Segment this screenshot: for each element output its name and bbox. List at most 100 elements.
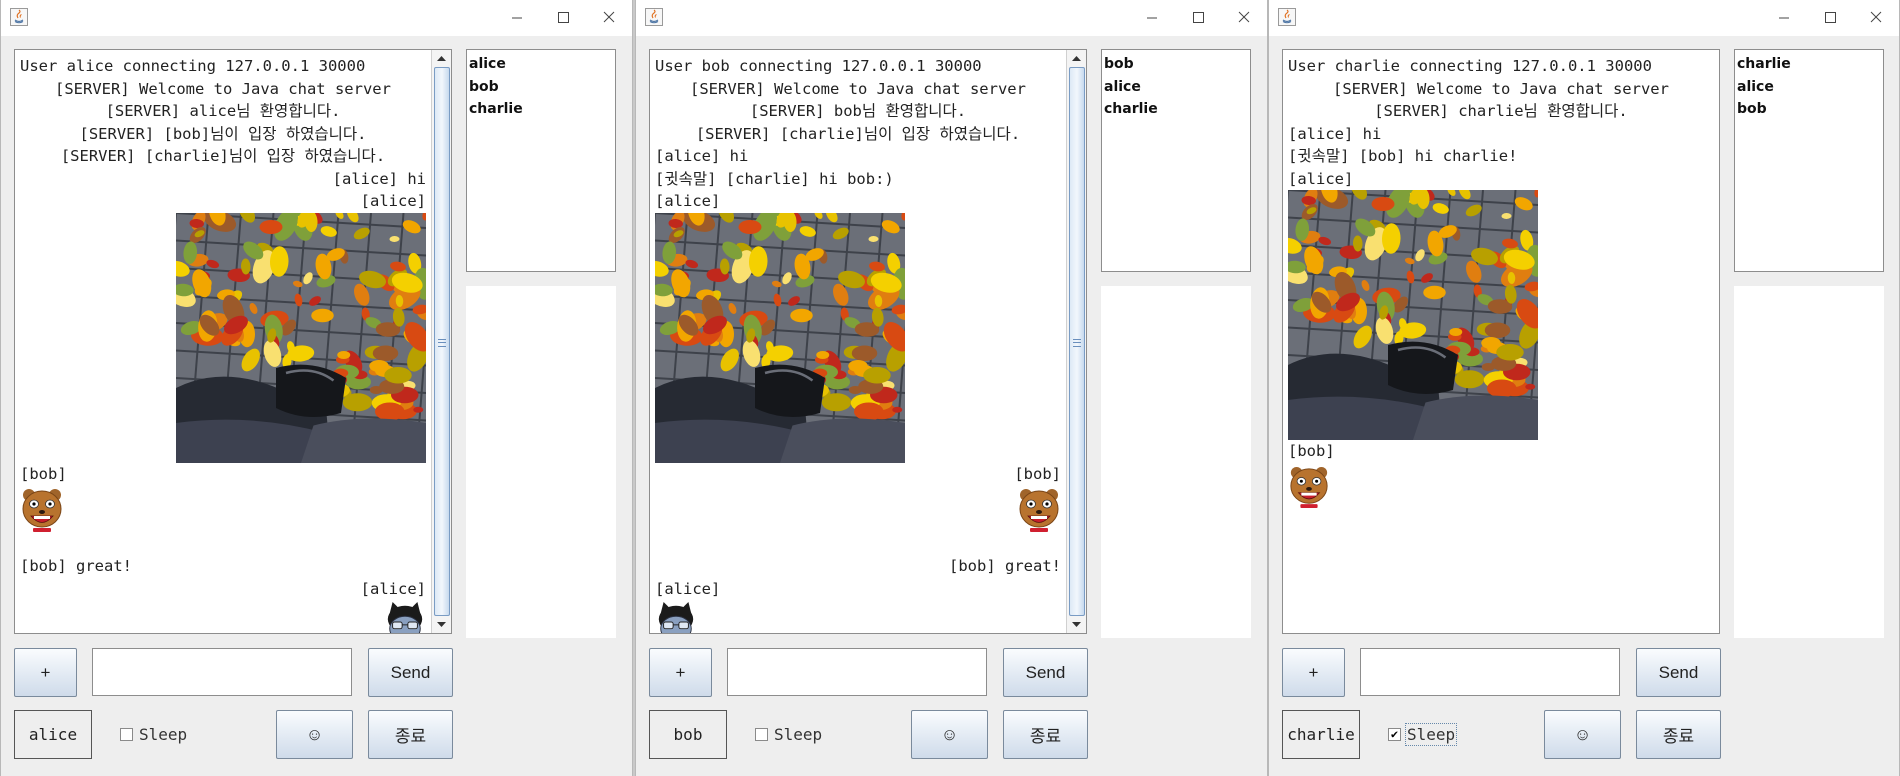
chat-line: [귓속말] [bob] hi charlie! bbox=[1288, 147, 1518, 165]
scroll-thumb[interactable] bbox=[434, 67, 450, 616]
cat-emoticon bbox=[387, 601, 423, 633]
scroll-up-arrow-icon[interactable] bbox=[432, 50, 451, 67]
chat-line: [alice] hi bbox=[655, 147, 749, 165]
exit-button[interactable]: 종료 bbox=[1003, 710, 1088, 759]
emoticon-button[interactable]: ☺ bbox=[1544, 710, 1621, 759]
user-list-item[interactable]: alice bbox=[469, 53, 613, 76]
chat-line: [bob] bbox=[20, 464, 67, 483]
minimize-button[interactable] bbox=[1129, 0, 1175, 36]
sleep-checkbox[interactable]: Sleep bbox=[755, 724, 822, 744]
message-input[interactable] bbox=[1360, 648, 1620, 696]
chat-line: [bob] bbox=[1014, 464, 1061, 483]
sleep-label: Sleep bbox=[139, 724, 188, 744]
chat-line: [SERVER] [charlie]님이 입장 하였습니다. bbox=[695, 124, 1021, 143]
chat-line: User charlie connecting 127.0.0.1 30000 bbox=[1288, 57, 1652, 75]
scroll-thumb[interactable] bbox=[1069, 67, 1085, 616]
user-list[interactable]: alice bob charlie bbox=[466, 49, 616, 272]
exit-button[interactable]: 종료 bbox=[1636, 710, 1721, 759]
user-list-item[interactable]: bob bbox=[469, 76, 613, 99]
checkbox-icon[interactable] bbox=[755, 727, 768, 741]
chat-line: [SERVER] alice님 환영합니다. bbox=[105, 102, 341, 120]
title-bar[interactable] bbox=[1269, 0, 1899, 36]
close-button[interactable] bbox=[586, 0, 632, 36]
user-list-item[interactable]: alice bbox=[1737, 76, 1881, 99]
chat-line: [alice] bbox=[655, 579, 721, 598]
java-app-icon bbox=[1278, 8, 1296, 26]
sleep-checkbox[interactable]: Sleep bbox=[120, 724, 187, 744]
bear-emoticon bbox=[1290, 466, 1328, 508]
maximize-button[interactable] bbox=[1175, 0, 1221, 36]
user-list-item[interactable]: alice bbox=[1104, 76, 1248, 99]
bear-emoticon bbox=[22, 489, 62, 532]
chat-image bbox=[650, 212, 1066, 463]
chat-line: [SERVER] [bob]님이 입장 하였습니다. bbox=[79, 124, 367, 143]
emoticon-button[interactable]: ☺ bbox=[911, 710, 988, 759]
scroll-down-arrow-icon[interactable] bbox=[1067, 616, 1086, 633]
emoticon-button[interactable]: ☺ bbox=[276, 710, 353, 759]
checkbox-icon[interactable]: ✔ bbox=[1388, 727, 1401, 741]
username-label: charlie bbox=[1282, 710, 1360, 759]
add-file-button[interactable]: + bbox=[1282, 648, 1345, 697]
chat-scrollbar[interactable] bbox=[1066, 50, 1086, 633]
cat-emoticon bbox=[658, 601, 694, 633]
send-button[interactable]: Send bbox=[368, 648, 453, 697]
user-list-item[interactable]: charlie bbox=[469, 98, 613, 121]
chat-emoticon bbox=[650, 485, 1066, 535]
chat-log[interactable]: User bob connecting 127.0.0.1 30000 [SERV… bbox=[649, 49, 1087, 634]
add-file-button[interactable]: + bbox=[649, 648, 712, 697]
chat-line: [SERVER] Welcome to Java chat server bbox=[690, 79, 1026, 98]
chat-image bbox=[1283, 190, 1719, 440]
chat-line: [alice] bbox=[360, 192, 426, 210]
emoticon-panel bbox=[466, 286, 616, 638]
username-label: bob bbox=[649, 710, 727, 759]
maximize-button[interactable] bbox=[540, 0, 586, 36]
chat-image bbox=[15, 212, 431, 463]
chat-log[interactable]: User charlie connecting 127.0.0.1 30000 [… bbox=[1282, 49, 1720, 634]
chat-window-charlie: User charlie connecting 127.0.0.1 30000 [… bbox=[1268, 0, 1900, 776]
emoticon-panel bbox=[1734, 286, 1884, 638]
chat-line: [귓속말] [charlie] hi bob:) bbox=[655, 169, 894, 188]
chat-line: [SERVER] Welcome to Java chat server bbox=[1333, 79, 1669, 98]
user-list[interactable]: charlie alice bob bbox=[1734, 49, 1884, 272]
chat-window-bob: User bob connecting 127.0.0.1 30000 [SERV… bbox=[635, 0, 1268, 776]
user-list[interactable]: bob alice charlie bbox=[1101, 49, 1251, 272]
user-list-item[interactable]: charlie bbox=[1104, 98, 1248, 121]
maximize-button[interactable] bbox=[1807, 0, 1853, 36]
smiley-icon: ☺ bbox=[305, 724, 324, 744]
chat-line: [alice] bbox=[360, 579, 426, 598]
minimize-button[interactable] bbox=[494, 0, 540, 36]
chat-line: [alice] bbox=[1288, 169, 1354, 188]
close-button[interactable] bbox=[1221, 0, 1267, 36]
chat-line: [alice] hi bbox=[1288, 124, 1382, 143]
checkbox-icon[interactable] bbox=[120, 727, 133, 741]
minimize-button[interactable] bbox=[1761, 0, 1807, 36]
scroll-up-arrow-icon[interactable] bbox=[1067, 50, 1086, 67]
emoticon-panel bbox=[1101, 286, 1251, 638]
user-list-item[interactable]: bob bbox=[1737, 98, 1881, 121]
user-list-item[interactable]: bob bbox=[1104, 53, 1248, 76]
chat-log[interactable]: User alice connecting 127.0.0.1 30000 [SE… bbox=[14, 49, 452, 634]
chat-line: [SERVER] Welcome to Java chat server bbox=[55, 79, 391, 98]
send-button[interactable]: Send bbox=[1636, 648, 1721, 697]
title-bar[interactable] bbox=[1, 0, 632, 36]
java-app-icon bbox=[645, 8, 663, 26]
message-input[interactable] bbox=[727, 648, 987, 696]
message-input[interactable] bbox=[92, 648, 352, 696]
java-app-icon bbox=[10, 8, 28, 26]
username-label: alice bbox=[14, 710, 92, 759]
send-button[interactable]: Send bbox=[1003, 648, 1088, 697]
title-bar[interactable] bbox=[636, 0, 1267, 36]
sleep-checkbox[interactable]: ✔ Sleep bbox=[1388, 722, 1458, 746]
chat-line: [bob] great! bbox=[20, 557, 132, 575]
scroll-down-arrow-icon[interactable] bbox=[432, 616, 451, 633]
smiley-icon: ☺ bbox=[1573, 724, 1592, 744]
user-list-item[interactable]: charlie bbox=[1737, 53, 1881, 76]
close-button[interactable] bbox=[1853, 0, 1899, 36]
chat-scrollbar[interactable] bbox=[431, 50, 451, 633]
chat-line: [bob] great! bbox=[949, 557, 1061, 575]
chat-emoticon bbox=[15, 485, 431, 535]
chat-emoticon bbox=[650, 600, 1066, 633]
add-file-button[interactable]: + bbox=[14, 648, 77, 697]
autumn-leaves-photo bbox=[176, 212, 426, 463]
exit-button[interactable]: 종료 bbox=[368, 710, 453, 759]
